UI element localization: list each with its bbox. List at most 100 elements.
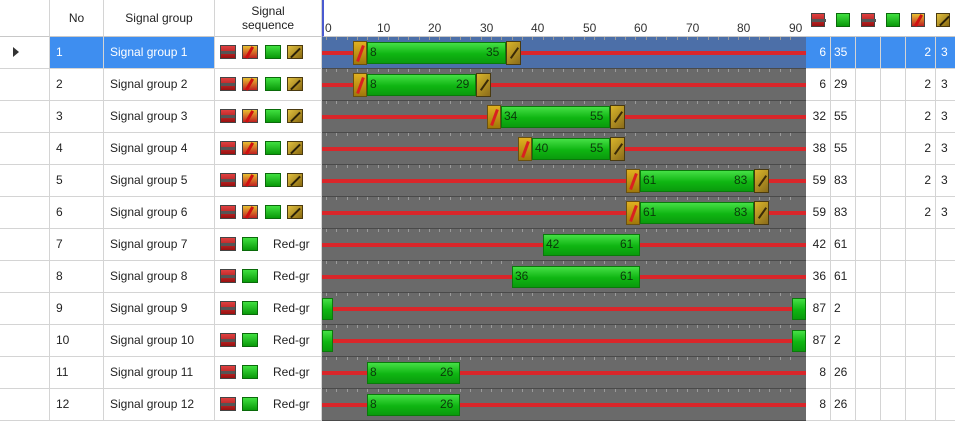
cell-empty-1[interactable] [856,69,881,101]
table-row[interactable]: 8 Signal group 8 Red-gr 36 61 36 61 [0,261,955,293]
cell-no[interactable]: 1 [50,37,104,69]
amber-icon[interactable] [936,13,950,27]
red-amber-marker[interactable] [353,41,367,65]
cell-empty-2[interactable] [881,261,906,293]
table-row[interactable]: 12 Signal group 12 Red-gr 8 26 8 26 [0,389,955,421]
cell-green-end[interactable]: 61 [831,261,856,293]
cell-empty-1[interactable] [856,133,881,165]
timeline-cell[interactable] [322,293,806,325]
green-icon[interactable] [886,13,900,27]
cell-green-end[interactable]: 26 [831,357,856,389]
cell-red-end[interactable]: 38 [806,133,831,165]
cell-signal-group[interactable]: Signal group 6 [104,197,215,229]
row-header[interactable] [0,165,50,197]
cell-extra[interactable] [936,325,955,357]
green-phase-bar-end[interactable] [792,298,806,320]
amber-marker[interactable] [476,73,491,97]
cell-amber[interactable] [906,357,936,389]
cell-empty-2[interactable] [881,357,906,389]
cell-extra[interactable] [936,357,955,389]
cell-signal-group[interactable]: Signal group 1 [104,37,215,69]
cell-signal-group[interactable]: Signal group 2 [104,69,215,101]
cell-signal-sequence[interactable]: Red-gr [215,389,322,421]
cell-signal-sequence[interactable] [215,165,322,197]
cell-no[interactable]: 9 [50,293,104,325]
cell-empty-2[interactable] [881,101,906,133]
cell-signal-group[interactable]: Signal group 5 [104,165,215,197]
cell-signal-sequence[interactable]: Red-gr [215,229,322,261]
cell-empty-1[interactable] [856,101,881,133]
cell-signal-sequence[interactable] [215,133,322,165]
cell-signal-sequence[interactable] [215,69,322,101]
cell-empty-1[interactable] [856,261,881,293]
cell-empty-1[interactable] [856,197,881,229]
cell-signal-sequence[interactable]: Red-gr [215,293,322,325]
cell-extra[interactable] [936,389,955,421]
cell-red-end[interactable]: 8 [806,389,831,421]
cell-signal-sequence[interactable] [215,37,322,69]
timeline-cell[interactable]: 8 29 [322,69,806,101]
cell-signal-group[interactable]: Signal group 12 [104,389,215,421]
table-row[interactable]: 2 Signal group 2 8 29 6 29 2 3 [0,69,955,101]
column-header-no[interactable]: No [50,0,104,37]
cell-no[interactable]: 5 [50,165,104,197]
timeline-cell[interactable]: 8 26 [322,357,806,389]
table-row[interactable]: 5 Signal group 5 61 83 59 83 2 3 [0,165,955,197]
cell-green-end[interactable]: 83 [831,165,856,197]
cell-empty-2[interactable] [881,197,906,229]
cell-amber[interactable]: 2 [906,101,936,133]
cell-extra[interactable] [936,261,955,293]
cell-red-end[interactable]: 87 [806,293,831,325]
amber-marker[interactable] [506,41,521,65]
cell-empty-1[interactable] [856,37,881,69]
red-icon[interactable] [861,13,876,27]
cell-green-end[interactable]: 55 [831,133,856,165]
timeline-cell[interactable]: 61 83 [322,165,806,197]
green-phase-bar-start[interactable] [322,330,333,352]
cell-empty-2[interactable] [881,389,906,421]
cell-extra[interactable]: 3 [936,101,955,133]
cell-green-end[interactable]: 61 [831,229,856,261]
row-header[interactable] [0,293,50,325]
green-phase-bar-start[interactable] [322,298,333,320]
cell-green-end[interactable]: 2 [831,325,856,357]
red-amber-marker[interactable] [626,169,640,193]
cell-empty-2[interactable] [881,133,906,165]
timeline-cell[interactable]: 8 35 [322,37,806,69]
cell-amber[interactable] [906,229,936,261]
row-header[interactable] [0,261,50,293]
table-row[interactable]: 11 Signal group 11 Red-gr 8 26 8 26 [0,357,955,389]
cell-extra[interactable]: 3 [936,165,955,197]
cell-no[interactable]: 12 [50,389,104,421]
cell-green-end[interactable]: 83 [831,197,856,229]
amber-marker[interactable] [610,137,625,161]
cell-signal-group[interactable]: Signal group 11 [104,357,215,389]
cell-empty-2[interactable] [881,293,906,325]
cell-red-end[interactable]: 59 [806,197,831,229]
row-header[interactable] [0,197,50,229]
column-header-signal-sequence[interactable]: Signal sequence [215,0,322,37]
row-header[interactable] [0,133,50,165]
row-header[interactable] [0,69,50,101]
cell-amber[interactable]: 2 [906,133,936,165]
table-row[interactable]: 3 Signal group 3 34 55 32 55 2 3 [0,101,955,133]
cell-red-end[interactable]: 32 [806,101,831,133]
row-header[interactable] [0,357,50,389]
cell-extra[interactable]: 3 [936,69,955,101]
amber-marker[interactable] [754,169,769,193]
timeline-cell[interactable]: 40 55 [322,133,806,165]
cell-signal-group[interactable]: Signal group 8 [104,261,215,293]
table-row[interactable]: 7 Signal group 7 Red-gr 42 61 42 61 [0,229,955,261]
red-amber-marker[interactable] [518,137,532,161]
timeline-cell[interactable]: 61 83 [322,197,806,229]
cell-extra[interactable] [936,229,955,261]
cell-signal-sequence[interactable] [215,197,322,229]
green-phase-bar-end[interactable] [792,330,806,352]
table-row[interactable]: 1 Signal group 1 8 35 6 35 2 3 [0,37,955,69]
cell-empty-1[interactable] [856,229,881,261]
cell-signal-group[interactable]: Signal group 10 [104,325,215,357]
cell-extra[interactable]: 3 [936,133,955,165]
amber-marker[interactable] [754,201,769,225]
timeline-header[interactable]: 0 10 20 30 40 50 60 70 80 90 [322,0,806,37]
cell-red-end[interactable]: 36 [806,261,831,293]
